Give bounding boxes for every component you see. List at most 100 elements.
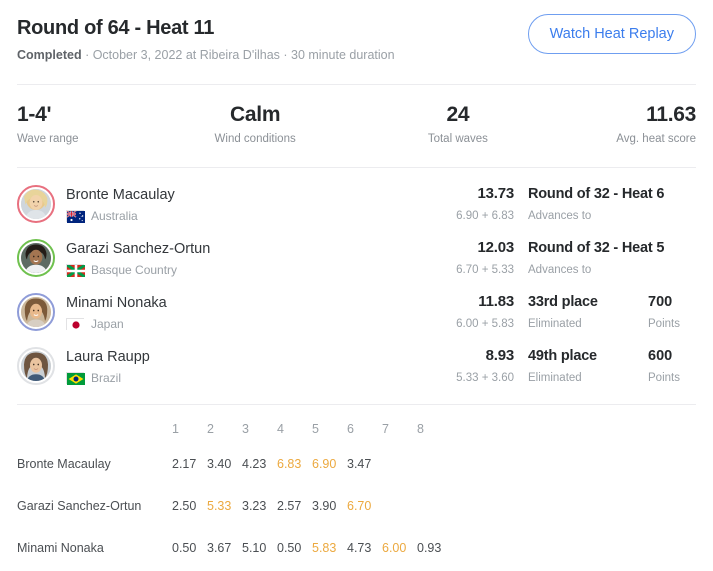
table-row: Bronte Macaulay 2.17 3.40 4.23 6.83 6.90 3.47	[17, 443, 696, 485]
table-row: Minami Nonaka 0.50 3.67 5.10 0.50 5.83 4.73 6.0…	[17, 527, 696, 569]
athlete-result: Round of 32 - Heat 5 Advances to	[514, 239, 664, 277]
wave-score-cell: 5.83	[312, 541, 337, 555]
wave-score-cell: 3.23	[242, 499, 267, 513]
stat-avg-heat-score: 11.63 Avg. heat score	[537, 102, 696, 146]
stat-value: 11.63	[646, 103, 696, 126]
athlete-result-sub: Advances to	[528, 264, 592, 276]
stat-wave-range: 1-4' Wave range	[17, 102, 176, 146]
wave-score-cell: 3.90	[312, 499, 337, 513]
athlete-result-sub: Advances to	[528, 210, 592, 222]
stat-label: Total waves	[427, 133, 488, 145]
athlete-country-name: Japan	[91, 316, 124, 331]
athlete-points: 600 Points	[632, 347, 696, 385]
athlete-score-parts: 6.00 + 5.83	[456, 318, 514, 330]
wave-table-head: 1 2 3 4 5 6 7 8	[17, 415, 696, 443]
wave-score-cell: 0.50	[172, 541, 197, 555]
athlete-points	[632, 201, 696, 207]
wave-col-header-8: 8	[417, 422, 424, 436]
athlete-info: Bronte Macaulay Australia	[55, 186, 422, 223]
athlete-country-name: Australia	[91, 208, 138, 223]
athlete-score-parts: 5.33 + 3.60	[456, 372, 514, 384]
athlete-total-score: 13.73	[477, 185, 514, 202]
athlete-info: Garazi Sanchez-Ortun Basque Country	[55, 240, 422, 277]
wave-row-athlete-name: Minami Nonaka	[17, 541, 104, 555]
stat-total-waves: 24 Total waves	[335, 102, 538, 146]
wave-score-cell: 2.57	[277, 499, 302, 513]
athlete-score: 8.93 5.33 + 3.60	[422, 347, 514, 385]
wave-row-spacer	[452, 485, 696, 527]
avatar	[21, 351, 51, 381]
heat-results-page: Round of 64 - Heat 11 Completed · Octobe…	[0, 0, 713, 571]
avatar-ring	[17, 347, 55, 385]
athlete-row[interactable]: Garazi Sanchez-Ortun Basque Country 12.0…	[17, 231, 696, 285]
athlete-name: Laura Raupp	[66, 348, 150, 365]
athlete-points-label: Points	[648, 318, 680, 330]
wave-score-cell: 3.40	[207, 457, 232, 471]
wave-score-cell	[417, 485, 452, 527]
wave-score-cell: 4.73	[347, 541, 372, 555]
athlete-country: Brazil	[66, 371, 422, 385]
athlete-total-score: 8.93	[485, 347, 515, 364]
athlete-result-sub: Eliminated	[528, 318, 582, 330]
athlete-result: 49th place Eliminated	[514, 347, 632, 385]
athlete-name: Garazi Sanchez-Ortun	[66, 240, 211, 257]
athlete-points-label: Points	[648, 372, 680, 384]
wave-table-name-header	[17, 415, 172, 443]
avatar-photo-icon	[21, 351, 51, 381]
avatar	[21, 189, 51, 219]
status-badge: Completed	[17, 48, 82, 62]
athlete-row[interactable]: Bronte Macaulay Australia 13.73 6.90 + 6…	[17, 177, 696, 231]
heat-meta: · October 3, 2022 at Ribeira D'ilhas · 3…	[81, 48, 395, 62]
athlete-score: 12.03 6.70 + 5.33	[422, 239, 514, 277]
wave-score-cell: 6.00	[382, 541, 407, 555]
athlete-result-main: 33rd place	[528, 294, 598, 310]
avatar-ring	[17, 185, 55, 223]
stat-value: 24	[446, 103, 470, 126]
avatar-photo-icon	[21, 297, 51, 327]
athlete-total-score: 12.03	[477, 239, 514, 256]
avatar-photo-icon	[21, 189, 51, 219]
wave-col-header-4: 4	[277, 422, 284, 436]
athlete-row[interactable]: Laura Raupp Brazil 8.93 5.33 + 3.60 49th…	[17, 339, 696, 393]
athlete-score-parts: 6.90 + 6.83	[456, 210, 514, 222]
watch-heat-replay-button[interactable]: Watch Heat Replay	[527, 14, 696, 54]
wave-score-cell: 2.17	[172, 457, 197, 471]
table-row: Garazi Sanchez-Ortun 2.50 5.33 3.23 2.57 3.90…	[17, 485, 696, 527]
wave-table-header-row: 1 2 3 4 5 6 7 8	[17, 415, 696, 443]
wave-score-cell: 6.90	[312, 457, 337, 471]
stat-label: Avg. heat score	[616, 133, 696, 145]
wave-row-athlete-name: Garazi Sanchez-Ortun	[17, 499, 142, 513]
avatar	[21, 297, 51, 327]
wave-score-cell: 3.67	[207, 541, 232, 555]
wave-row-spacer	[452, 443, 696, 485]
athlete-country: Japan	[66, 317, 422, 331]
stat-label: Wave range	[17, 133, 79, 145]
athlete-score-parts: 6.70 + 5.33	[456, 264, 514, 276]
athlete-row[interactable]: Minami Nonaka Japan 11.83 6.00 + 5.83 33…	[17, 285, 696, 339]
wave-score-table: 1 2 3 4 5 6 7 8 Bronte Macaulay 2.17 3.40 4…	[0, 405, 713, 571]
avatar-ring	[17, 293, 55, 331]
athlete-score: 13.73 6.90 + 6.83	[422, 185, 514, 223]
wave-score-cell	[382, 443, 417, 485]
athlete-result-main: Round of 32 - Heat 6	[528, 186, 665, 202]
athlete-country-name: Basque Country	[91, 262, 178, 277]
athlete-points	[632, 255, 696, 261]
australia-flag	[66, 209, 85, 223]
wave-score-cell: 5.33	[207, 499, 232, 513]
wave-table-body: Bronte Macaulay 2.17 3.40 4.23 6.83 6.90 3.47 G…	[17, 443, 696, 571]
athlete-points: 700 Points	[632, 293, 696, 331]
wave-col-header-2: 2	[207, 422, 214, 436]
avatar-photo-icon	[21, 243, 51, 273]
japan-flag	[66, 317, 85, 331]
wave-score-cell: 5.10	[242, 541, 267, 555]
wave-score-cell: 4.23	[242, 457, 267, 471]
wave-col-header-6: 6	[347, 422, 354, 436]
wave-scores: 1 2 3 4 5 6 7 8 Bronte Macaulay 2.17 3.40 4…	[17, 415, 696, 571]
wave-col-header-5: 5	[312, 422, 319, 436]
athlete-info: Laura Raupp Brazil	[55, 348, 422, 385]
wave-score-cell: 0.93	[417, 541, 442, 555]
athlete-country: Basque Country	[66, 263, 422, 277]
wave-score-cell: 2.50	[172, 499, 197, 513]
athlete-result: 33rd place Eliminated	[514, 293, 632, 331]
athlete-points-value: 700	[648, 294, 673, 310]
